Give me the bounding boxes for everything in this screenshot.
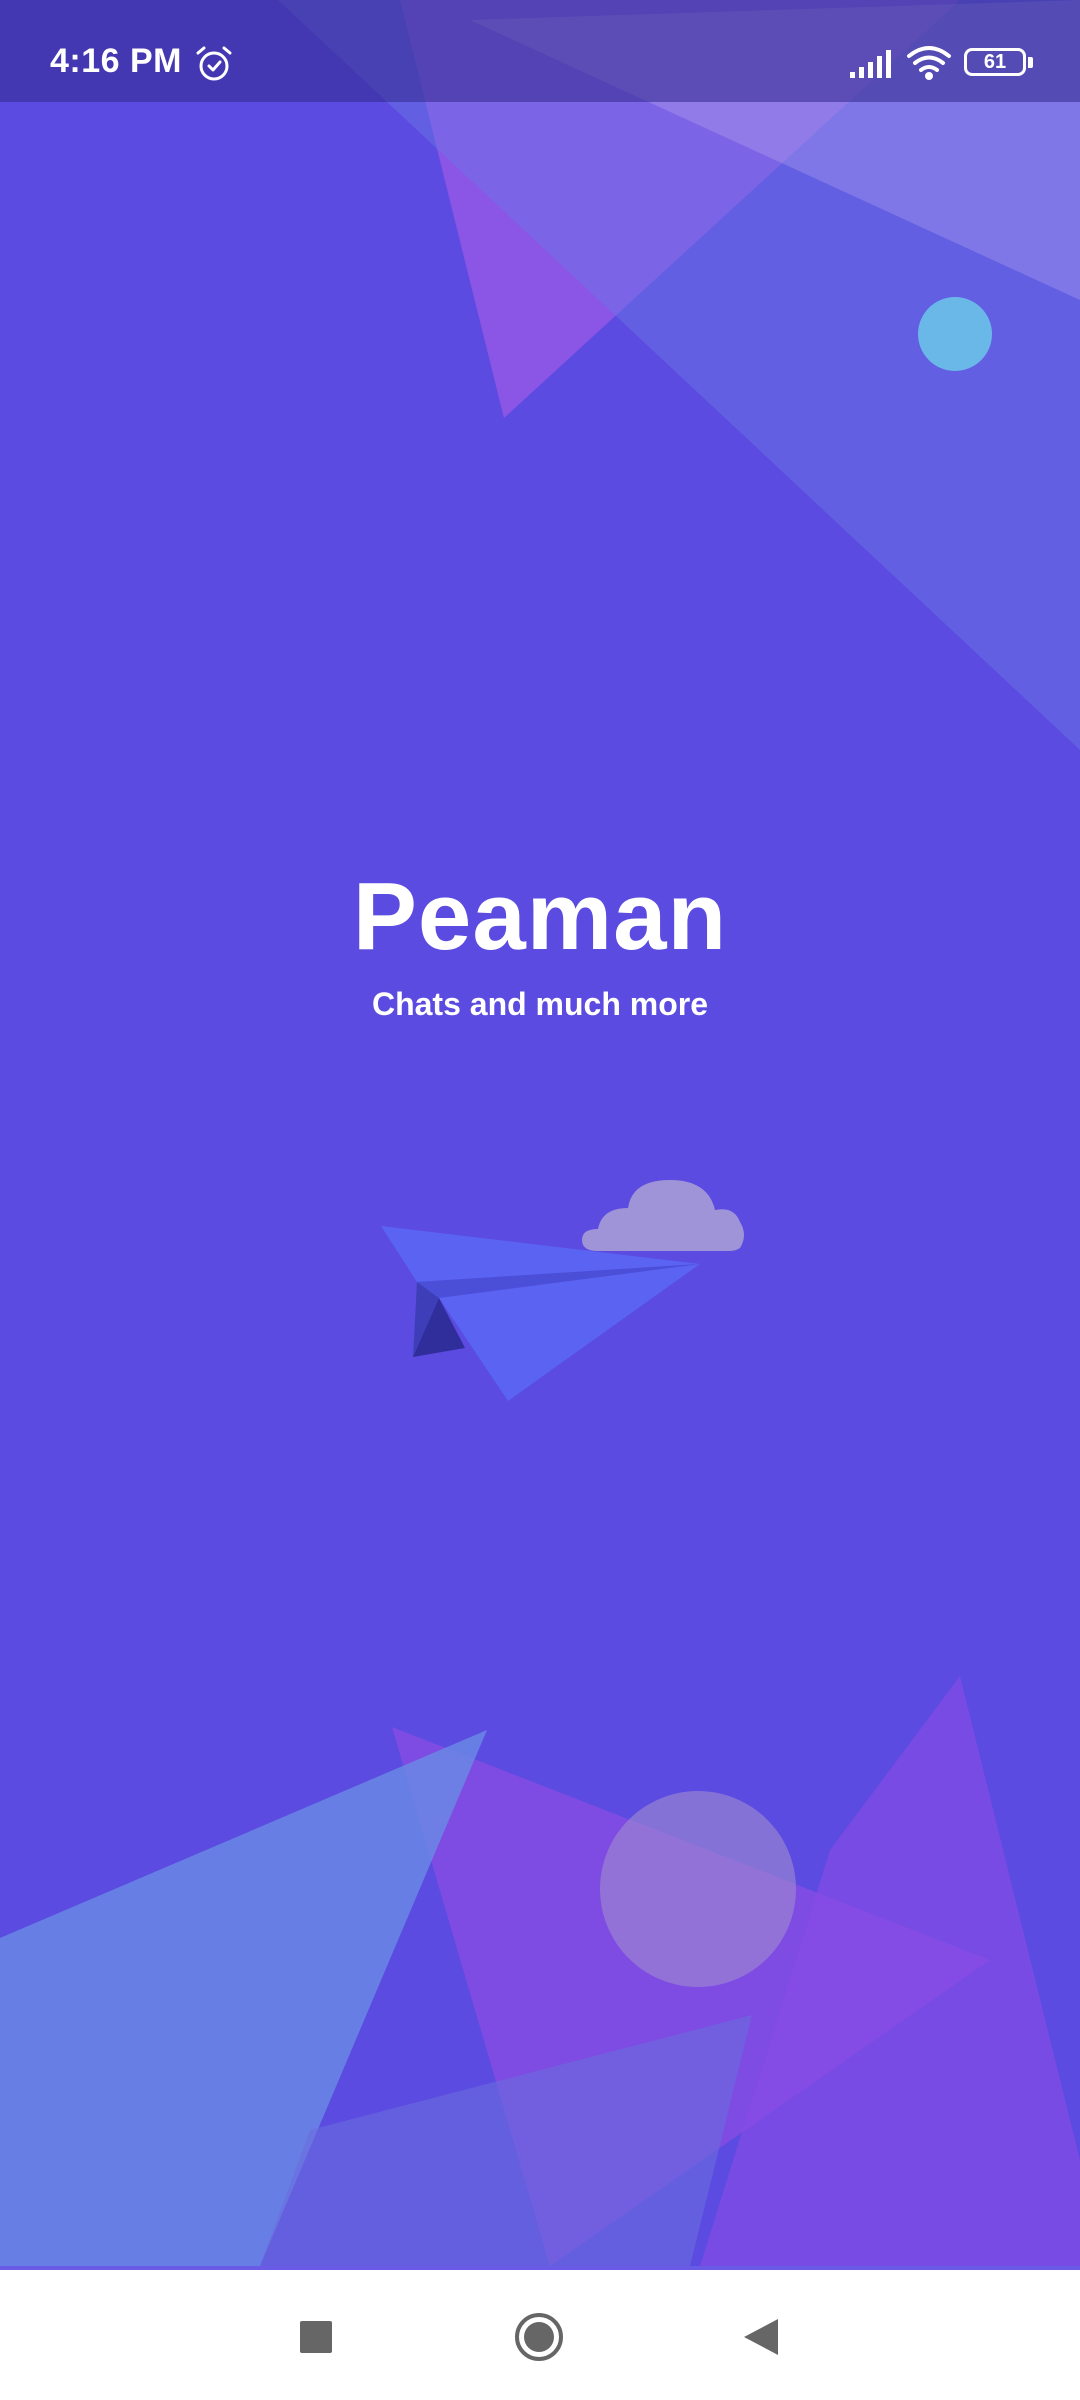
triangle-back-icon xyxy=(744,2319,778,2355)
paper-plane-icon xyxy=(381,1226,700,1401)
circle-icon xyxy=(515,2313,563,2361)
app-title: Peaman xyxy=(352,863,728,970)
status-bar: 4:16 PM 61 xyxy=(0,0,1080,102)
signal-icon xyxy=(850,50,891,78)
battery-icon: 61 xyxy=(964,48,1036,80)
alarm-icon xyxy=(196,46,232,81)
splash-screen: 4:16 PM 61 Peaman Chats and much more xyxy=(0,0,1080,2266)
cloud-icon xyxy=(582,1180,744,1251)
app-subtitle: Chats and much more xyxy=(371,986,709,1022)
wifi-icon xyxy=(907,46,951,80)
splash-illustration xyxy=(381,1180,744,1401)
navigation-bar xyxy=(0,2266,1080,2400)
back-button[interactable] xyxy=(722,2298,800,2376)
home-button[interactable] xyxy=(500,2298,578,2376)
background-decoration xyxy=(0,0,1080,2266)
square-icon xyxy=(300,2321,332,2353)
status-time: 4:16 PM xyxy=(50,42,182,80)
battery-level: 61 xyxy=(983,51,1007,73)
recents-button[interactable] xyxy=(277,2298,355,2376)
